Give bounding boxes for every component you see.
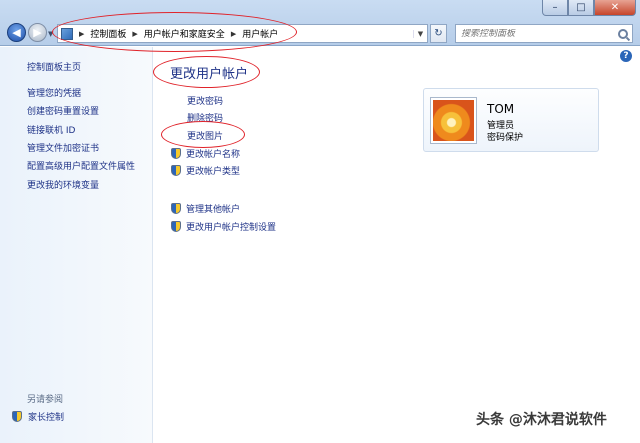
minimize-button[interactable]: – (542, 0, 568, 16)
task-change-picture[interactable]: 更改图片 (187, 129, 223, 142)
account-card: TOM 管理员 密码保护 (423, 88, 599, 152)
window-chrome: – □ ✕ ◀ ▶ ▼ ▶ 控制面板 ▶ 用户帐户和家庭安全 ▶ 用户帐户 ▼ … (0, 0, 640, 46)
breadcrumb-separator-icon[interactable]: ▶ (231, 30, 236, 38)
task-manage-other-accounts[interactable]: 管理其他帐户 (171, 202, 240, 215)
arrow-right-icon: ▶ (33, 26, 42, 39)
task-label: 更改帐户名称 (186, 150, 241, 160)
sidebar-item-parental-controls[interactable]: 家长控制 (12, 410, 64, 423)
sidebar-item-control-panel-home[interactable]: 控制面板主页 (27, 60, 81, 73)
address-dropdown-icon[interactable]: ▼ (413, 29, 427, 38)
page-title: 更改用户帐户 (170, 67, 249, 82)
breadcrumb-separator-icon[interactable]: ▶ (79, 30, 84, 38)
breadcrumb: ▶ 控制面板 ▶ 用户帐户和家庭安全 ▶ 用户帐户 (73, 27, 278, 41)
account-password-status: 密码保护 (487, 133, 524, 143)
recent-pages-dropdown[interactable]: ▼ (48, 30, 53, 38)
parental-controls-label: 家长控制 (28, 413, 65, 423)
sidebar-item-advanced-profile[interactable]: 配置高级用户配置文件属性 (27, 159, 135, 172)
arrow-left-icon: ◀ (12, 26, 21, 39)
sidebar-item-manage-credentials[interactable]: 管理您的凭据 (27, 86, 81, 99)
control-panel-icon (61, 27, 73, 40)
task-label: 管理其他帐户 (186, 205, 241, 215)
account-name: TOM (487, 102, 515, 116)
close-button[interactable]: ✕ (594, 0, 636, 16)
window-controls: – □ ✕ (542, 0, 636, 16)
watermark: 头条 @沐沐君说软件 (476, 412, 607, 428)
sidebar-item-password-reset[interactable]: 创建密码重置设置 (27, 104, 99, 117)
task-change-password[interactable]: 更改密码 (187, 94, 223, 107)
uac-shield-icon (171, 221, 181, 232)
uac-shield-icon (12, 411, 22, 422)
help-button[interactable]: ? (620, 50, 632, 62)
task-change-account-name[interactable]: 更改帐户名称 (171, 147, 240, 160)
search-icon[interactable] (618, 28, 628, 39)
forward-button[interactable]: ▶ (28, 23, 47, 42)
sidebar-item-file-encryption[interactable]: 管理文件加密证书 (27, 141, 99, 154)
task-label: 更改帐户类型 (186, 167, 241, 177)
sidebar-item-environment-variables[interactable]: 更改我的环境变量 (27, 178, 99, 191)
search-box[interactable] (455, 24, 633, 43)
uac-shield-icon (171, 165, 181, 176)
breadcrumb-user-accounts[interactable]: 用户帐户 (242, 27, 278, 40)
refresh-button[interactable]: ↻ (430, 24, 447, 43)
see-also-heading: 另请参阅 (27, 395, 64, 405)
refresh-icon: ↻ (434, 28, 443, 39)
address-bar[interactable]: ▶ 控制面板 ▶ 用户帐户和家庭安全 ▶ 用户帐户 ▼ (57, 24, 428, 43)
maximize-button[interactable]: □ (568, 0, 594, 16)
task-remove-password[interactable]: 删除密码 (187, 111, 223, 124)
task-uac-settings[interactable]: 更改用户帐户控制设置 (171, 220, 276, 233)
sidebar-item-link-online-id[interactable]: 链接联机 ID (27, 123, 75, 136)
uac-shield-icon (171, 203, 181, 214)
breadcrumb-control-panel[interactable]: 控制面板 (90, 27, 126, 40)
task-label: 更改用户帐户控制设置 (186, 223, 277, 233)
breadcrumb-separator-icon[interactable]: ▶ (132, 30, 137, 38)
account-picture (431, 98, 476, 143)
back-button[interactable]: ◀ (7, 23, 26, 42)
search-input[interactable] (461, 28, 611, 39)
breadcrumb-user-accounts-family[interactable]: 用户帐户和家庭安全 (144, 27, 225, 40)
uac-shield-icon (171, 148, 181, 159)
task-change-account-type[interactable]: 更改帐户类型 (171, 164, 240, 177)
